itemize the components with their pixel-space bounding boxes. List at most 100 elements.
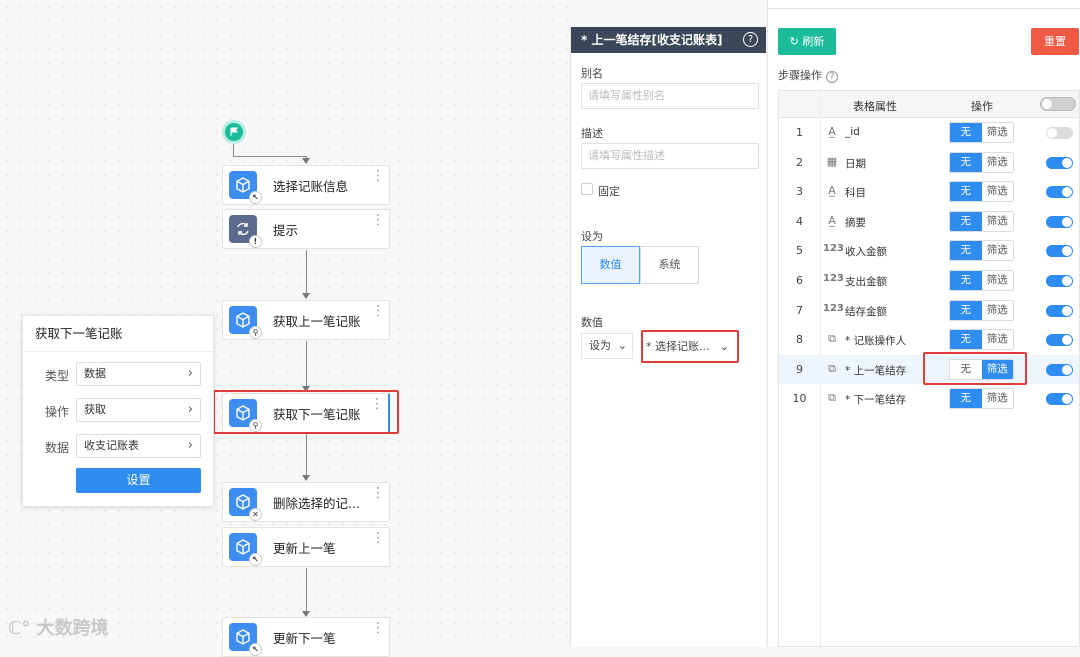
op-none-button[interactable]: 无 <box>950 271 982 290</box>
op-filter-button[interactable]: 筛选 <box>981 389 1013 409</box>
more-menu-icon[interactable]: ⋮ <box>371 531 385 545</box>
flow-step-delete[interactable]: ✕ 删除选择的记... ⋮ <box>222 482 390 522</box>
row-number: 10 <box>792 392 807 406</box>
text-field-icon: A̲ <box>828 125 836 138</box>
enable-switch[interactable] <box>1046 186 1073 199</box>
op-none-button[interactable]: 无 <box>950 182 982 202</box>
step-label: 选择记账信息 <box>273 178 349 194</box>
cube-icon: ↖ <box>229 171 262 204</box>
seg-system-button[interactable]: 系统 <box>640 246 699 284</box>
table-row: 8 ⧉ * 记账操作人 无筛选 <box>779 325 1079 355</box>
op-toggle-group: 无筛选 <box>949 210 1014 232</box>
table-row: 5 123 收入金额 无筛选 <box>779 236 1079 266</box>
refresh-icon: ↻ <box>789 35 799 48</box>
cube-icon: ⚲ <box>229 306 262 339</box>
step-label: 获取上一笔记账 <box>273 313 361 329</box>
op-none-button[interactable]: 无 <box>950 211 982 231</box>
op-filter-button[interactable]: 筛选 <box>981 182 1013 202</box>
op-none-button[interactable]: 无 <box>950 300 982 320</box>
setas-label: 设为 <box>581 230 603 243</box>
more-menu-icon[interactable]: ⋮ <box>371 621 385 635</box>
flow-canvas[interactable]: ↖ 选择记账信息 ⋮ ! 提示 ⋮ ⚲ 获取上一笔记账 ⋮ ⚲ 获取下一笔记账 … <box>0 0 570 657</box>
row-number: 7 <box>796 303 803 317</box>
number-field-icon: 123 <box>823 243 844 255</box>
row-number: 1 <box>796 126 803 139</box>
refresh-label: 刷新 <box>802 35 825 48</box>
popup-row-label: 类型 <box>45 369 70 383</box>
flow-step-get-prev[interactable]: ⚲ 获取上一笔记账 ⋮ <box>222 300 390 340</box>
alias-input[interactable]: 请填写属性别名 <box>581 83 759 109</box>
enable-switch[interactable] <box>1046 275 1073 287</box>
data-select[interactable]: 收支记账表 › <box>76 434 201 458</box>
reset-button[interactable]: 重置 <box>1031 28 1079 55</box>
op-filter-button[interactable]: 筛选 <box>981 152 1013 172</box>
more-menu-icon[interactable]: ⋮ <box>371 213 385 227</box>
op-filter-button[interactable]: 筛选 <box>981 241 1013 261</box>
enable-switch[interactable] <box>1046 304 1073 317</box>
enable-switch[interactable] <box>1046 393 1073 406</box>
fixed-checkbox[interactable] <box>581 183 593 195</box>
setas-select[interactable]: 设为 ⌄ <box>581 333 633 359</box>
cursor-badge-icon: ↖ <box>249 553 262 566</box>
op-none-button[interactable]: 无 <box>950 389 982 409</box>
table-row: 3 A̲ 科目 无筛选 <box>779 177 1079 207</box>
more-menu-icon[interactable]: ⋮ <box>371 486 385 500</box>
step-label: 更新下一笔 <box>273 630 336 646</box>
toggle-all-switch[interactable] <box>1040 97 1076 111</box>
flow-step-select-entry[interactable]: ↖ 选择记账信息 ⋮ <box>222 165 390 205</box>
table-row: 10 ⧉ * 下一笔结存 无筛选 <box>779 384 1079 414</box>
operation-select[interactable]: 获取 › <box>76 398 201 422</box>
row-number: 9 <box>796 362 803 376</box>
number-field-icon: 123 <box>823 302 844 314</box>
op-none-button[interactable]: 无 <box>950 123 982 142</box>
op-filter-button[interactable]: 筛选 <box>981 271 1013 290</box>
enable-switch[interactable] <box>1046 363 1073 376</box>
desc-label: 描述 <box>581 127 603 140</box>
row-number: 8 <box>796 333 803 347</box>
op-filter-button[interactable]: 筛选 <box>981 300 1013 320</box>
flow-step-update-prev[interactable]: ↖ 更新上一笔 ⋮ <box>222 527 390 567</box>
watermark-logo-icon: ℂ° <box>8 618 31 639</box>
cursor-badge-icon: ↖ <box>249 643 262 656</box>
operation-value: 获取 <box>84 403 106 416</box>
setas-select-value: 设为 <box>589 339 611 352</box>
enable-switch[interactable] <box>1046 215 1073 228</box>
step-ops-label: 步骤操作 <box>778 69 822 82</box>
property-title: * 上一笔结存[收支记账表] <box>581 33 723 47</box>
desc-input[interactable]: 请填写属性描述 <box>581 143 759 169</box>
seg-value-button[interactable]: 数值 <box>581 246 640 284</box>
start-flag-icon[interactable] <box>222 120 246 144</box>
data-value: 收支记账表 <box>84 439 139 452</box>
type-select[interactable]: 数据 › <box>76 362 201 386</box>
field-name: 支出金额 <box>845 276 887 288</box>
enable-switch[interactable] <box>1046 334 1073 347</box>
value-select[interactable]: * 选择记账... ⌄ <box>641 330 739 363</box>
table-row: 7 123 结存金额 无筛选 <box>779 296 1079 326</box>
watermark: ℂ° 大数跨境 <box>8 614 109 640</box>
flow-step-update-next[interactable]: ↖ 更新下一笔 ⋮ <box>222 617 390 657</box>
more-menu-icon[interactable]: ⋮ <box>371 169 385 183</box>
op-none-button[interactable]: 无 <box>950 330 982 350</box>
step-label: 更新上一笔 <box>273 540 336 556</box>
refresh-button[interactable]: ↻ 刷新 <box>778 28 836 55</box>
settings-button[interactable]: 设置 <box>76 468 201 493</box>
help-icon[interactable]: ? <box>826 71 838 83</box>
step-operations-panel: ↻ 刷新 重置 步骤操作? 表格属性 操作 1 A̲ _id 无筛选 2 ▦ 日期无筛选 3 A… <box>767 0 1080 648</box>
table-row: 4 A̲ 摘要 无筛选 <box>779 207 1079 237</box>
enable-switch[interactable] <box>1046 245 1073 258</box>
op-filter-button[interactable]: 筛选 <box>981 211 1013 231</box>
op-filter-button[interactable]: 筛选 <box>981 330 1013 350</box>
enable-switch[interactable] <box>1046 156 1073 169</box>
table-row: 6 123 支出金额 无筛选 <box>779 266 1079 296</box>
more-menu-icon[interactable]: ⋮ <box>371 304 385 318</box>
cursor-badge-icon: ↖ <box>249 191 262 204</box>
flow-step-prompt[interactable]: ! 提示 ⋮ <box>222 209 390 249</box>
op-filter-button[interactable]: 筛选 <box>981 123 1013 142</box>
enable-switch[interactable] <box>1046 127 1073 139</box>
chevron-right-icon: › <box>187 402 193 417</box>
top-bar <box>768 0 1080 9</box>
op-none-button[interactable]: 无 <box>950 152 982 172</box>
op-none-button[interactable]: 无 <box>950 241 982 261</box>
help-icon[interactable]: ? <box>743 32 758 47</box>
field-name: 收入金额 <box>845 246 887 259</box>
